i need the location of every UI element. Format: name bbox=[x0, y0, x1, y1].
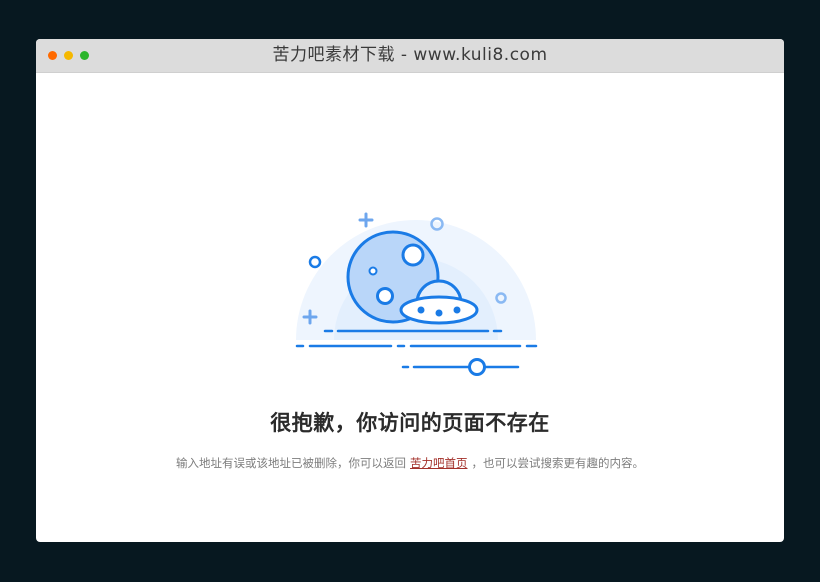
home-link[interactable]: 苦力吧首页 bbox=[406, 456, 472, 470]
message-before: 输入地址有误或该地址已被删除，你可以返回 bbox=[176, 456, 406, 470]
error-headline: 很抱歉，你访问的页面不存在 bbox=[270, 411, 550, 435]
error-message: 输入地址有误或该地址已被删除，你可以返回 苦力吧首页 ，也可以尝试搜索更有趣的内容。 bbox=[36, 455, 784, 471]
page-content: 很抱歉，你访问的页面不存在 输入地址有误或该地址已被删除，你可以返回 苦力吧首页，… bbox=[36, 73, 784, 542]
ufo-moon-icon bbox=[295, 212, 538, 376]
browser-window: 苦力吧素材下载 - www.kuli8.com 很抱歉，你访问的页面不存在 输入… bbox=[36, 39, 784, 542]
message-after: ，也可以尝试搜索更有趣的内容。 bbox=[471, 456, 645, 470]
title-bar: 苦力吧素材下载 - www.kuli8.com bbox=[36, 39, 784, 73]
window-title: 苦力吧素材下载 - www.kuli8.com bbox=[272, 45, 548, 65]
